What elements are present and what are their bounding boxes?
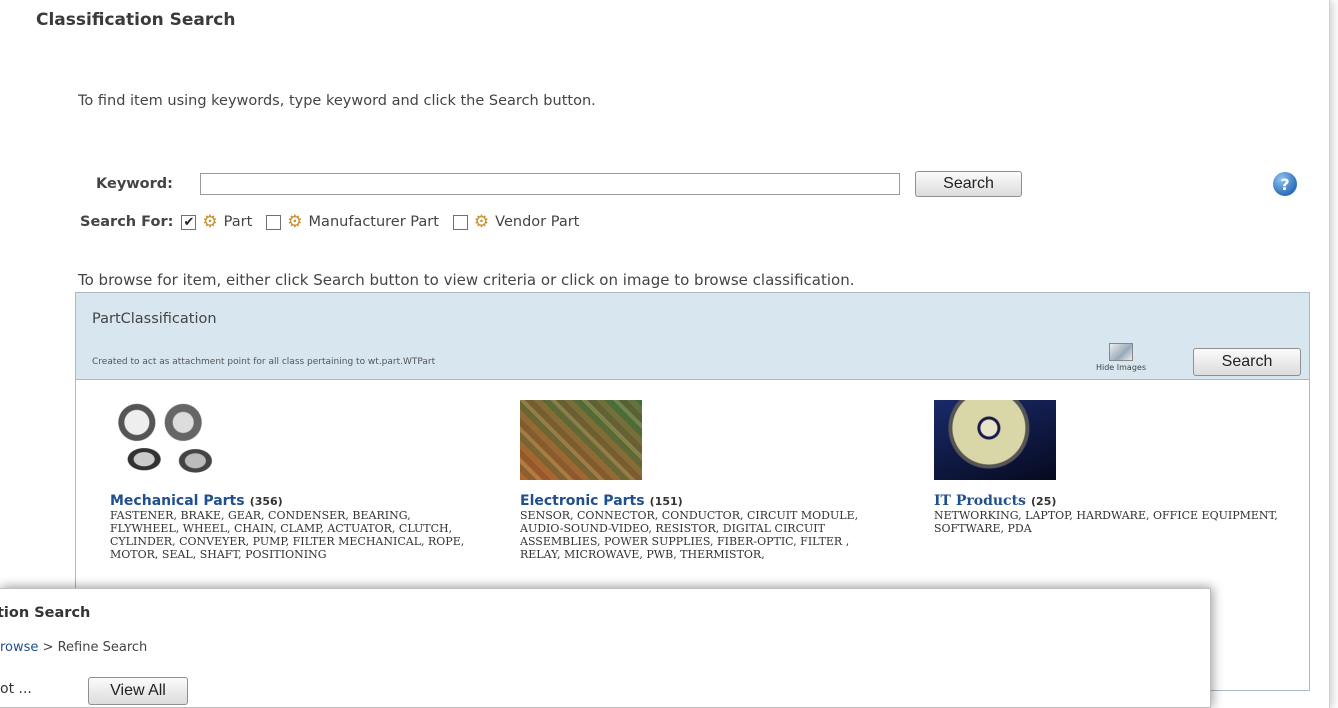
category-description: NETWORKING, LAPTOP, HARDWARE, OFFICE EQU… [934, 509, 1278, 535]
breadcrumb-browse-link[interactable]: rowse [0, 640, 38, 655]
category-description: SENSOR, CONNECTOR, CONDUCTOR, CIRCUIT MO… [520, 509, 859, 561]
overlay-label: ot ... [0, 681, 32, 697]
overlay-title: tion Search [0, 605, 91, 621]
breadcrumb: rowse > Refine Search [0, 640, 147, 655]
category-description: FASTENER, BRAKE, GEAR, CONDENSER, BEARIN… [110, 509, 465, 561]
category-count: (151) [649, 495, 683, 508]
keyword-input[interactable] [200, 173, 900, 195]
gear-icon: ⚙ [287, 211, 303, 232]
search-for-row: Search For: ✔ ⚙ Part ⚙ Manufacturer Part… [80, 210, 593, 234]
image-icon [1109, 343, 1133, 361]
classification-search-button[interactable]: Search [1193, 348, 1301, 376]
category-mechanical-parts[interactable]: Mechanical Parts (356) FASTENER, BRAKE, … [110, 400, 470, 561]
category-title[interactable]: Mechanical Parts [110, 493, 245, 509]
category-it-products[interactable]: IT Products (25) NETWORKING, LAPTOP, HAR… [934, 400, 1294, 535]
it-products-image[interactable] [934, 400, 1056, 480]
electronic-parts-image[interactable] [520, 400, 642, 480]
vendor-part-option-label: Vendor Part [495, 214, 580, 230]
page-title: Classification Search [36, 10, 236, 30]
mechanical-parts-image[interactable] [110, 400, 232, 480]
gear-icon: ⚙ [473, 211, 490, 232]
vendor-part-checkbox[interactable] [452, 214, 468, 230]
classification-description: Created to act as attachment point for a… [92, 357, 436, 367]
hide-images-toggle[interactable]: Hide Images [1088, 343, 1154, 372]
category-title[interactable]: IT Products [934, 493, 1026, 509]
classification-name: PartClassification [92, 311, 217, 327]
keyword-label: Keyword: [96, 176, 173, 192]
manufacturer-part-option-label: Manufacturer Part [308, 214, 439, 230]
breadcrumb-current: Refine Search [57, 640, 148, 655]
breadcrumb-separator: > [42, 640, 54, 655]
refine-search-panel: tion Search rowse > Refine Search ot ...… [0, 588, 1211, 708]
category-count: (356) [249, 495, 283, 508]
browse-instructions: To browse for item, either click Search … [78, 271, 855, 289]
keyword-row: Keyword: [96, 172, 900, 196]
part-option-label: Part [223, 214, 253, 230]
keyword-search-button[interactable]: Search [915, 171, 1022, 197]
search-for-label: Search For: [80, 214, 174, 230]
classification-header: PartClassification Created to act as att… [76, 293, 1309, 380]
gear-icon: ⚙ [202, 211, 218, 232]
part-checkbox[interactable]: ✔ [181, 214, 197, 230]
view-all-button[interactable]: View All [88, 677, 188, 705]
category-electronic-parts[interactable]: Electronic Parts (151) SENSOR, CONNECTOR… [520, 400, 880, 561]
help-icon[interactable]: ? [1273, 172, 1297, 196]
hide-images-label: Hide Images [1095, 363, 1146, 372]
category-count: (25) [1031, 495, 1057, 508]
intro-text: To find item using keywords, type keywor… [78, 93, 596, 109]
manufacturer-part-checkbox[interactable] [266, 214, 282, 230]
category-title[interactable]: Electronic Parts [520, 493, 645, 509]
